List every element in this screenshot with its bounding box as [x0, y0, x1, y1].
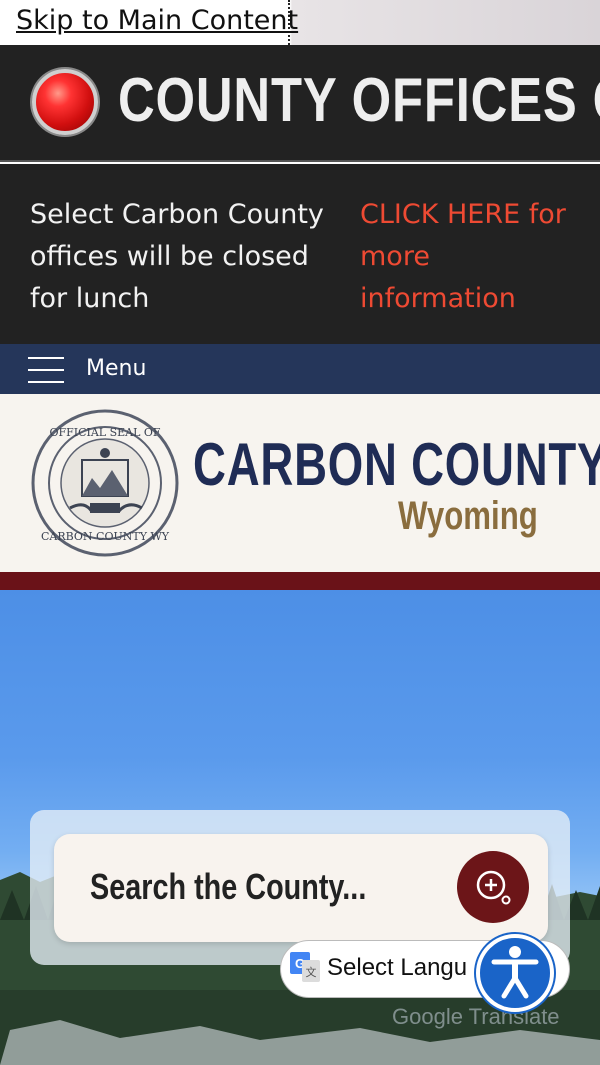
county-seal-logo[interactable]: OFFICIAL SEAL OF CARBON COUNTY WY: [30, 408, 180, 558]
brand-state: Wyoming: [398, 494, 538, 538]
alert-banner: COUNTY OFFICES C: [0, 45, 600, 162]
google-translate-icon: G 文: [290, 952, 320, 982]
hamburger-icon[interactable]: [28, 357, 64, 383]
skip-to-main-link[interactable]: Skip to Main Content: [2, 0, 298, 45]
red-alert-dot-icon: [32, 69, 98, 135]
brand-name[interactable]: CARBON COUNTY: [193, 430, 600, 499]
svg-text:文: 文: [306, 965, 317, 979]
skip-bar: Skip to Main Content: [0, 0, 600, 45]
alert-title: COUNTY OFFICES C: [118, 66, 600, 135]
accessibility-button[interactable]: [476, 934, 554, 1012]
accessibility-person-icon: [491, 946, 539, 999]
alert-notice: Select Carbon County offices will be clo…: [0, 164, 600, 344]
notice-more-info-link[interactable]: CLICK HERE for more information: [360, 194, 580, 320]
maroon-divider: [0, 572, 600, 590]
search-button[interactable]: [457, 851, 529, 923]
language-select-label[interactable]: Select Langu: [327, 954, 467, 982]
notice-text: Select Carbon County offices will be clo…: [30, 199, 324, 314]
site-header: OFFICIAL SEAL OF CARBON COUNTY WY CARBON…: [0, 394, 600, 572]
search-placeholder[interactable]: Search the County...: [90, 866, 366, 908]
svg-text:CARBON COUNTY WY: CARBON COUNTY WY: [41, 530, 170, 543]
menu-bar[interactable]: Menu: [0, 344, 600, 394]
svg-text:OFFICIAL SEAL OF: OFFICIAL SEAL OF: [49, 426, 160, 439]
search-plus-icon: [476, 870, 511, 905]
menu-label[interactable]: Menu: [86, 356, 146, 381]
